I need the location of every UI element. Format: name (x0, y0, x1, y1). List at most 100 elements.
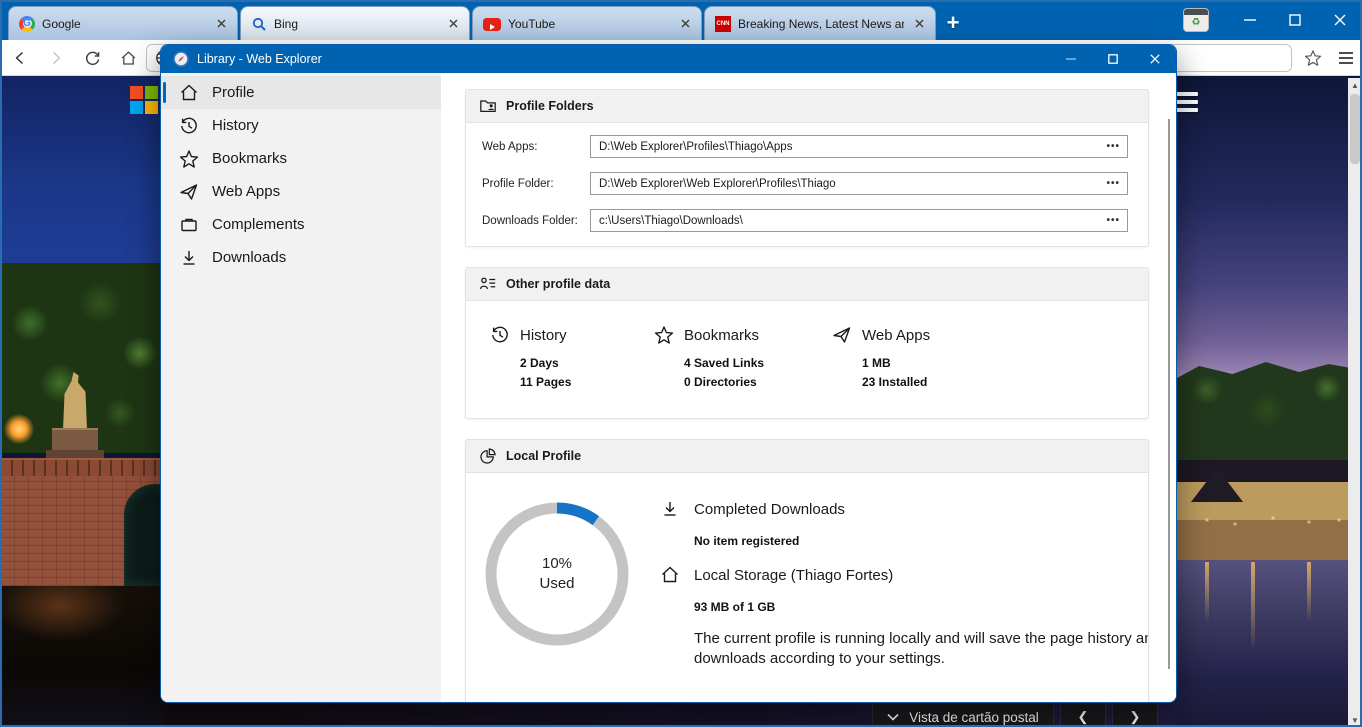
tab-close-icon[interactable] (911, 16, 927, 32)
dialog-close-button[interactable] (1134, 45, 1176, 73)
google-favicon: G (19, 16, 35, 32)
history-icon (179, 116, 199, 136)
storage-donut-chart: 10% Used (484, 501, 630, 647)
menu-icon[interactable] (1332, 44, 1360, 72)
scroll-up-icon[interactable]: ▲ (1348, 78, 1362, 92)
tab-bar: G Google Bing YouTube CNN Breaking News,… (0, 0, 1362, 40)
sidebar-item-label: Profile (212, 84, 255, 101)
close-button[interactable] (1317, 0, 1362, 40)
town-scene (1177, 76, 1362, 727)
sidebar-item-history[interactable]: History (161, 109, 441, 142)
dialog-title: Library - Web Explorer (197, 52, 1042, 66)
dialog-titlebar[interactable]: Library - Web Explorer (161, 45, 1176, 73)
tab-close-icon[interactable] (445, 16, 461, 32)
bridge-scene (0, 76, 165, 727)
browse-button[interactable]: ••• (1106, 136, 1120, 157)
scroll-down-icon[interactable]: ▼ (1348, 713, 1362, 727)
reload-button[interactable] (78, 44, 106, 72)
field-label: Downloads Folder: (482, 215, 590, 227)
page-scrollbar[interactable]: ▲ ▼ (1348, 78, 1362, 727)
sidebar-item-label: Bookmarks (212, 150, 287, 167)
other-profile-data-card: Other profile data History 2 Days 11 Pag… (465, 267, 1149, 419)
sidebar-item-downloads[interactable]: Downloads (161, 241, 441, 274)
pie-chart-icon (479, 447, 497, 465)
home-button[interactable] (114, 44, 142, 72)
folder-user-icon (479, 97, 497, 115)
minimize-button[interactable] (1227, 0, 1272, 40)
street-lamp (4, 414, 34, 444)
bookmark-star-icon[interactable] (1299, 44, 1327, 72)
tab-google[interactable]: G Google (8, 6, 238, 40)
browse-button[interactable]: ••• (1106, 210, 1120, 231)
download-icon (660, 499, 680, 519)
bing-favicon (251, 16, 267, 32)
folder-row: Downloads Folder: c:\Users\Thiago\Downlo… (482, 209, 1128, 232)
tab-label: Breaking News, Latest News and Vi (738, 17, 904, 31)
library-dialog: Library - Web Explorer Profile History (160, 44, 1177, 703)
tab-close-icon[interactable] (677, 16, 693, 32)
profile-folders-card: Profile Folders Web Apps: D:\Web Explore… (465, 89, 1149, 247)
profile-description: The current profile is running locally a… (694, 629, 1149, 669)
tab-label: Google (42, 17, 206, 31)
downloads-status: No item registered (694, 534, 1149, 548)
local-storage-row: Local Storage (Thiago Fortes) (660, 565, 1149, 585)
person-list-icon (479, 275, 497, 293)
sidebar-item-profile[interactable]: Profile (161, 76, 441, 109)
donut-label: 10% Used (484, 501, 630, 647)
field-label: Profile Folder: (482, 178, 590, 190)
home-icon (179, 83, 199, 103)
home-icon (660, 565, 680, 585)
back-button[interactable] (6, 44, 34, 72)
card-title: Other profile data (506, 277, 610, 291)
sidebar-item-label: Complements (212, 216, 305, 233)
profile-folder-path-input[interactable]: D:\Web Explorer\Web Explorer\Profiles\Th… (590, 172, 1128, 195)
sidebar-item-complements[interactable]: Complements (161, 208, 441, 241)
web-apps-path-input[interactable]: D:\Web Explorer\Profiles\Thiago\Apps ••• (590, 135, 1128, 158)
downloads-folder-path-input[interactable]: c:\Users\Thiago\Downloads\ ••• (590, 209, 1128, 232)
paper-plane-icon (179, 182, 199, 202)
card-title: Local Profile (506, 449, 581, 463)
local-profile-card: Local Profile 10% Used (465, 439, 1149, 703)
youtube-favicon (483, 18, 501, 31)
storage-value: 93 MB of 1 GB (694, 600, 1149, 614)
history-summary: History 2 Days 11 Pages (490, 325, 654, 392)
dialog-sidebar: Profile History Bookmarks Web Apps Compl… (161, 73, 441, 703)
tab-cnn[interactable]: CNN Breaking News, Latest News and Vi (704, 6, 936, 40)
page-scrollbar-thumb[interactable] (1350, 94, 1360, 164)
card-title: Profile Folders (506, 99, 594, 113)
sidebar-item-web-apps[interactable]: Web Apps (161, 175, 441, 208)
paper-plane-icon (832, 325, 852, 345)
tab-close-icon[interactable] (213, 16, 229, 32)
history-icon (490, 325, 510, 345)
maximize-button[interactable] (1272, 0, 1317, 40)
field-label: Web Apps: (482, 141, 590, 153)
new-tab-button[interactable]: + (936, 6, 970, 40)
sidebar-item-label: History (212, 117, 259, 134)
microsoft-logo (130, 86, 158, 114)
star-icon (654, 325, 674, 345)
dialog-scrollbar-thumb[interactable] (1168, 119, 1170, 669)
dialog-minimize-button[interactable] (1050, 45, 1092, 73)
forward-button[interactable] (42, 44, 70, 72)
cnn-favicon: CNN (715, 16, 731, 32)
box-icon (179, 215, 199, 235)
browser-window: G Google Bing YouTube CNN Breaking News,… (0, 0, 1362, 727)
dialog-main: Profile Folders Web Apps: D:\Web Explore… (441, 73, 1176, 703)
chevron-down-icon (887, 713, 899, 721)
completed-downloads-row: Completed Downloads (660, 499, 1149, 519)
sidebar-item-label: Web Apps (212, 183, 280, 200)
download-icon (179, 248, 199, 268)
sidebar-item-bookmarks[interactable]: Bookmarks (161, 142, 441, 175)
sidebar-item-label: Downloads (212, 249, 286, 266)
tab-bing[interactable]: Bing (240, 6, 470, 40)
bookmarks-summary: Bookmarks 4 Saved Links 0 Directories (654, 325, 832, 392)
star-icon (179, 149, 199, 169)
browse-button[interactable]: ••• (1106, 173, 1120, 194)
web-explorer-compass-icon (173, 51, 189, 67)
folder-row: Web Apps: D:\Web Explorer\Profiles\Thiag… (482, 135, 1128, 158)
recycle-bin-icon[interactable]: ♻ (1183, 8, 1209, 32)
folder-row: Profile Folder: D:\Web Explorer\Web Expl… (482, 172, 1128, 195)
dialog-maximize-button[interactable] (1092, 45, 1134, 73)
tab-youtube[interactable]: YouTube (472, 6, 702, 40)
web-apps-summary: Web Apps 1 MB 23 Installed (832, 325, 1032, 392)
